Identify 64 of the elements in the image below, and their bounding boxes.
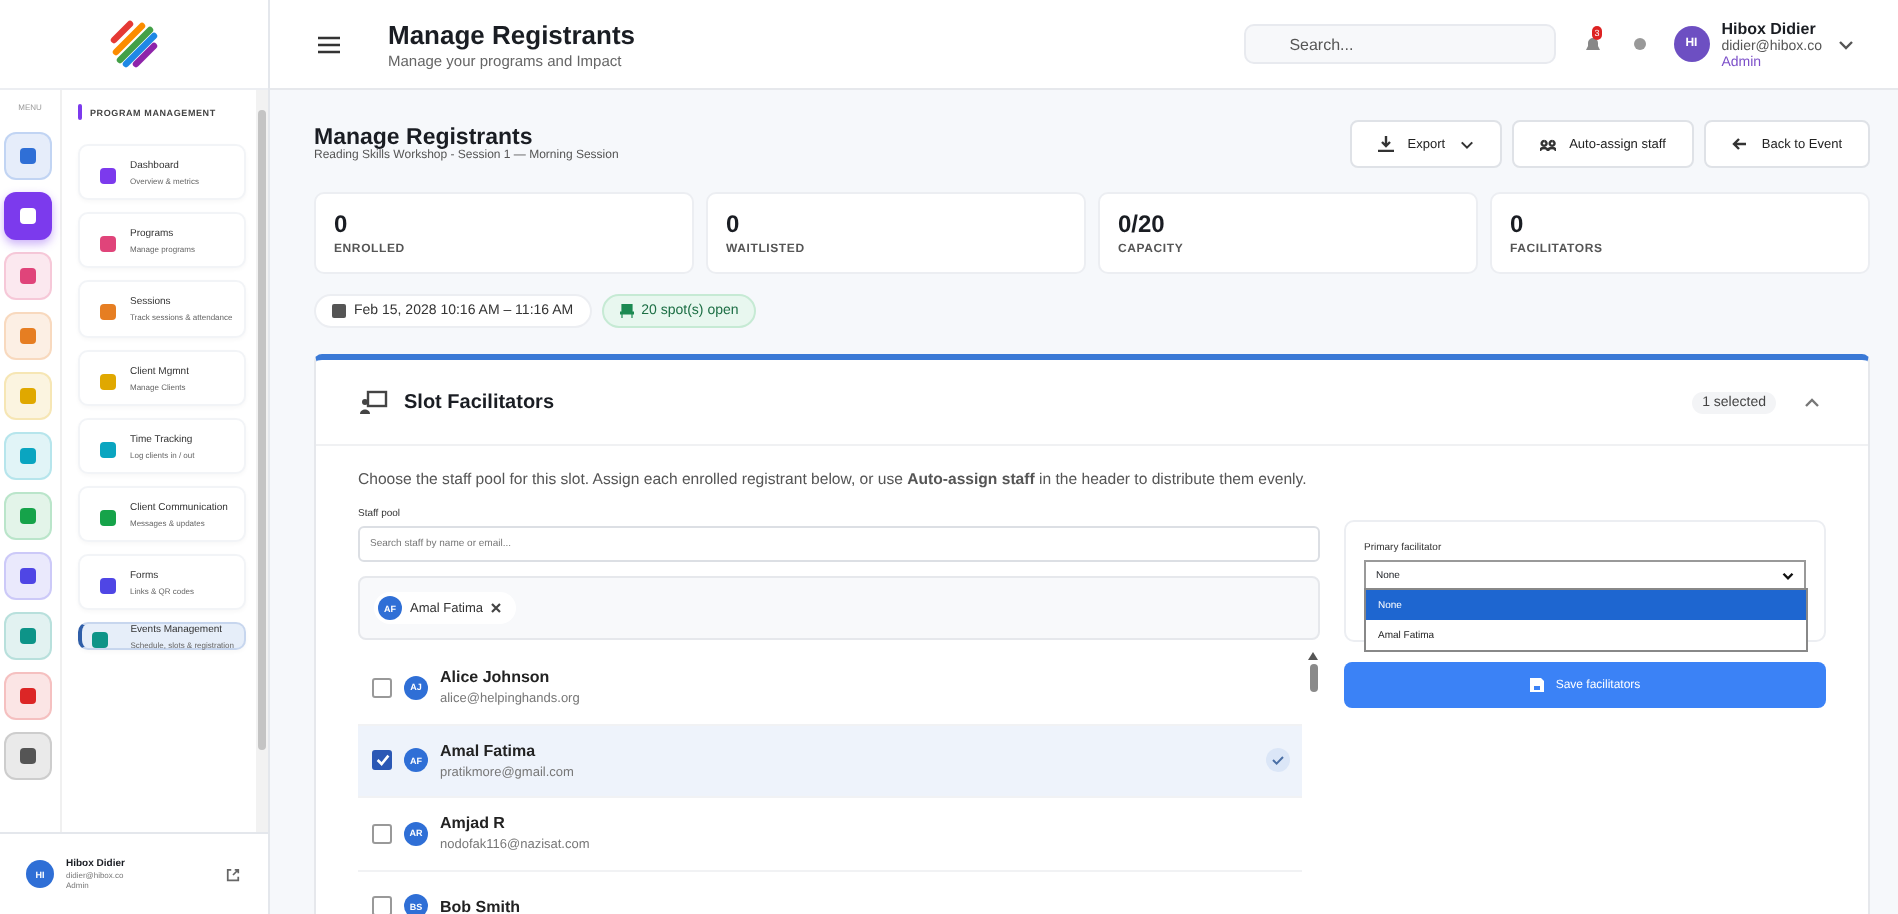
- nav-item-icon: [100, 441, 116, 458]
- checkbox[interactable]: [372, 896, 392, 914]
- logo-icon: [106, 16, 162, 72]
- chevron-up-icon[interactable]: [1804, 397, 1820, 407]
- stat-value: 0: [726, 210, 742, 238]
- card-title: Slot Facilitators: [404, 391, 557, 413]
- nav-icon: [17, 326, 37, 346]
- nav-icon: [17, 626, 37, 646]
- checkbox[interactable]: [372, 823, 392, 844]
- download-icon: [1377, 136, 1394, 152]
- scroll-up-arrow-icon[interactable]: [1308, 652, 1318, 660]
- presentation-icon: [360, 390, 388, 414]
- nav-icon: [17, 446, 37, 466]
- nav-item-icon: [100, 236, 116, 253]
- nav-icon: [17, 266, 37, 286]
- page-title: Manage Registrants: [388, 19, 638, 49]
- nav-icon-button[interactable]: [3, 492, 51, 540]
- menu-icon[interactable]: [318, 35, 340, 53]
- scrollbar[interactable]: [256, 90, 268, 832]
- nav-icon: [17, 146, 37, 166]
- nav-icon-button[interactable]: [3, 552, 51, 600]
- chevron-down-icon: [1782, 572, 1794, 580]
- calendar-icon: [332, 304, 346, 318]
- external-link-icon[interactable]: [226, 867, 240, 881]
- nav-icon: [17, 746, 37, 766]
- stat-value: 0: [1510, 210, 1526, 238]
- nav-icon-button[interactable]: [3, 252, 51, 300]
- nav-item-icon: [92, 632, 108, 649]
- chevron-down-icon: [1459, 139, 1474, 149]
- staff-name: Bob Smith: [440, 897, 522, 914]
- nav-item-icon: [100, 509, 116, 526]
- staff-name: Amal Fatima: [440, 741, 538, 760]
- nav-item-icon: [100, 168, 116, 184]
- people-icon: [1539, 136, 1556, 152]
- nav-icon-button[interactable]: [3, 672, 51, 720]
- section-title: Manage Registrants: [314, 126, 533, 150]
- nav-icon: [17, 386, 37, 406]
- nav-icon: [17, 566, 37, 586]
- nav-icon: [17, 686, 37, 706]
- arrow-left-icon: [1731, 136, 1748, 152]
- stat-value: 0: [334, 210, 350, 238]
- staff-name: Alice Johnson: [440, 668, 552, 687]
- nav-item-icon: [100, 373, 116, 390]
- staff-name: Amjad R: [440, 814, 507, 833]
- nav-icon: [17, 506, 37, 526]
- check-icon: [1266, 748, 1290, 773]
- user-name: Hibox Didier: [1721, 19, 1818, 37]
- nav-icon-button[interactable]: [3, 732, 51, 780]
- checkbox[interactable]: [372, 677, 392, 698]
- floppy-icon: [1529, 678, 1544, 692]
- nav-icon-button[interactable]: [3, 612, 51, 660]
- seat-icon: [619, 304, 634, 318]
- nav-item-icon: [100, 304, 116, 321]
- nav-icon-button[interactable]: [3, 132, 51, 180]
- stat-value: 0/20: [1118, 210, 1167, 238]
- nav-item-icon: [100, 578, 116, 595]
- search-field[interactable]: Search...: [1243, 24, 1556, 64]
- close-icon[interactable]: [490, 602, 503, 614]
- nav-icon: [17, 206, 37, 226]
- checkbox[interactable]: [372, 750, 392, 771]
- bell-icon[interactable]: [1583, 35, 1602, 53]
- chevron-down-icon[interactable]: [1838, 39, 1854, 49]
- status-dot: [1633, 38, 1646, 50]
- nav-icon-button[interactable]: [3, 192, 51, 240]
